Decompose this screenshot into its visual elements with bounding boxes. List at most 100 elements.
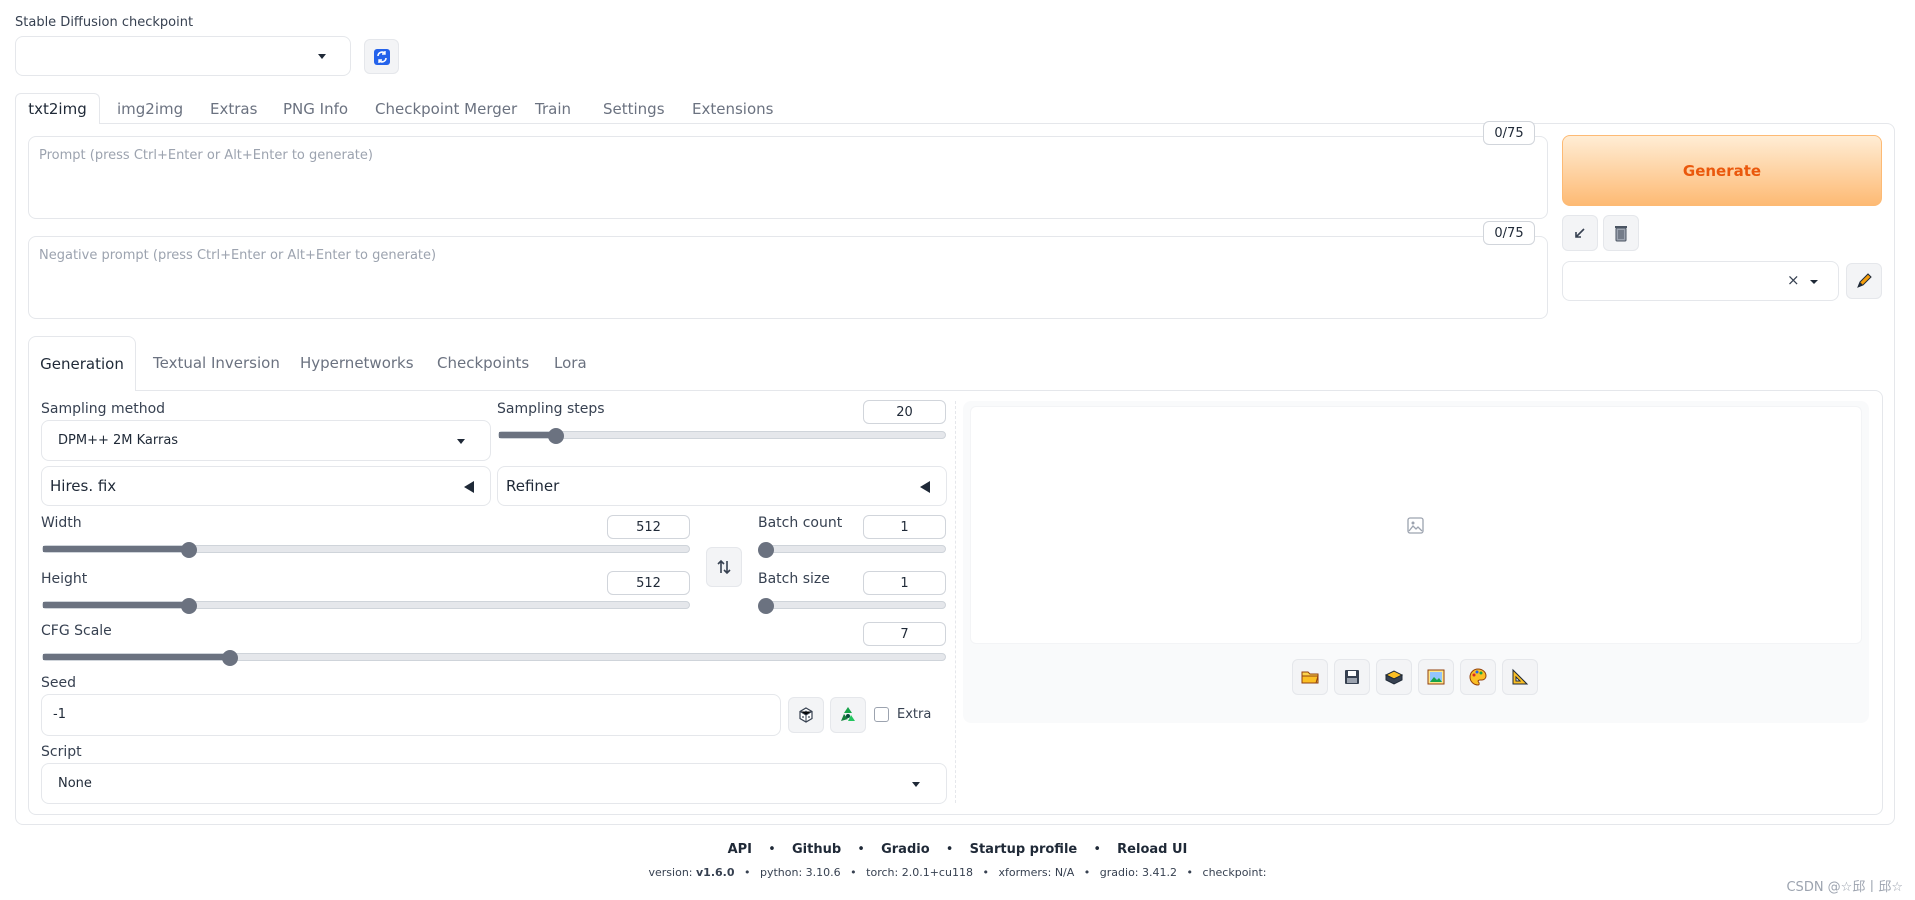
generate-button[interactable]: Generate (1562, 135, 1882, 206)
batch-size-label: Batch size (758, 571, 830, 587)
slider-fill (43, 602, 189, 608)
extra-checkbox[interactable] (874, 707, 889, 722)
random-seed-button[interactable] (788, 697, 824, 733)
generate-label: Generate (1682, 161, 1762, 180)
cfg-scale-slider[interactable] (42, 650, 946, 666)
tab-label: txt2img (28, 100, 87, 118)
tab-checkpoints[interactable]: Checkpoints (437, 354, 529, 372)
sampling-steps-slider[interactable] (498, 428, 946, 444)
tab-png-info[interactable]: PNG Info (283, 100, 348, 118)
tab-hypernetworks[interactable]: Hypernetworks (300, 354, 414, 372)
script-label: Script (41, 744, 82, 760)
slider-thumb[interactable] (180, 598, 197, 614)
clear-prompt-button[interactable] (1603, 215, 1639, 251)
gradio-version: gradio: 3.41.2 (1099, 866, 1178, 879)
negative-prompt-placeholder: Negative prompt (press Ctrl+Enter or Alt… (39, 248, 437, 263)
width-input[interactable]: 512 (607, 515, 690, 539)
slider-thumb[interactable] (758, 598, 774, 614)
footer-separator: • (850, 866, 857, 879)
picture-icon (1427, 669, 1445, 685)
slider-fill (43, 546, 189, 552)
send-to-inpaint-button[interactable] (1460, 659, 1496, 695)
extra-label: Extra (897, 707, 932, 722)
tab-settings[interactable]: Settings (603, 100, 665, 118)
send-to-img2img-button[interactable] (1418, 659, 1454, 695)
tab-checkpoint-merger[interactable]: Checkpoint Merger (375, 100, 517, 118)
clear-icon[interactable]: × (1787, 271, 1800, 289)
trash-icon (1615, 226, 1627, 242)
slider-thumb[interactable] (221, 650, 238, 666)
seed-input[interactable]: -1 (41, 694, 781, 736)
footer-link-github[interactable]: Github (792, 842, 841, 857)
footer-separator: • (768, 842, 776, 857)
footer-link-startup-profile[interactable]: Startup profile (970, 842, 1078, 857)
height-input[interactable]: 512 (607, 571, 690, 595)
refiner-accordion[interactable]: Refiner (497, 466, 947, 506)
batch-count-input[interactable]: 1 (863, 515, 946, 539)
swap-dimensions-button[interactable] (706, 547, 742, 587)
tab-extensions[interactable]: Extensions (692, 100, 773, 118)
version-value: v1.6.0 (696, 866, 735, 879)
width-label: Width (41, 515, 82, 531)
sampling-steps-label: Sampling steps (497, 401, 605, 417)
prompt-textarea[interactable]: Prompt (press Ctrl+Enter or Alt+Enter to… (28, 136, 1548, 219)
height-label: Height (41, 571, 88, 587)
script-value: None (58, 776, 92, 791)
tab-label: Generation (40, 355, 124, 373)
negative-prompt-textarea[interactable]: Negative prompt (press Ctrl+Enter or Alt… (28, 236, 1548, 319)
triangle-ruler-icon (1512, 668, 1529, 685)
footer-links: API • Github • Gradio • Startup profile … (0, 842, 1915, 857)
watermark: CSDN @☆邱丨邱☆ (1786, 880, 1903, 895)
prompt-placeholder: Prompt (press Ctrl+Enter or Alt+Enter to… (39, 148, 373, 163)
tab-lora[interactable]: Lora (554, 354, 587, 372)
sub-tab-bar: Generation Textual Inversion Hypernetwor… (28, 336, 1883, 391)
send-to-extras-button[interactable] (1502, 659, 1538, 695)
tab-textual-inversion[interactable]: Textual Inversion (153, 354, 280, 372)
tab-txt2img[interactable]: txt2img (15, 93, 100, 124)
sampling-steps-input[interactable]: 20 (863, 400, 946, 424)
hires-fix-accordion[interactable]: Hires. fix (41, 466, 491, 506)
footer-separator: • (1093, 842, 1102, 857)
height-slider[interactable] (42, 598, 690, 614)
version-info: version: v1.6.0 • python: 3.10.6 • torch… (0, 866, 1915, 879)
open-folder-button[interactable] (1292, 659, 1328, 695)
script-dropdown[interactable]: None (41, 763, 947, 804)
footer-link-api[interactable]: API (728, 842, 752, 857)
footer-separator: • (982, 866, 989, 879)
footer-link-reload-ui[interactable]: Reload UI (1117, 842, 1187, 857)
tab-extras[interactable]: Extras (210, 100, 257, 118)
checkpoint-dropdown[interactable] (15, 36, 351, 76)
read-generation-params-button[interactable] (1562, 215, 1598, 251)
tab-train[interactable]: Train (535, 100, 571, 118)
refresh-icon (373, 48, 390, 65)
save-button[interactable] (1334, 659, 1370, 695)
footer-link-gradio[interactable]: Gradio (881, 842, 930, 857)
slider-fill (43, 654, 230, 660)
sampling-method-dropdown[interactable]: DPM++ 2M Karras (41, 420, 491, 461)
slider-thumb[interactable] (180, 542, 197, 558)
width-slider[interactable] (42, 542, 690, 558)
pencil-icon (1857, 273, 1872, 288)
hires-fix-label: Hires. fix (50, 477, 117, 495)
footer-separator: • (857, 842, 865, 857)
batch-size-input[interactable]: 1 (863, 571, 946, 595)
reuse-seed-button[interactable] (830, 697, 866, 733)
archive-box-icon (1384, 670, 1404, 685)
recycle-icon (841, 707, 855, 721)
batch-size-slider[interactable] (758, 598, 946, 614)
chevron-down-icon (912, 782, 920, 787)
edit-styles-button[interactable] (1846, 263, 1882, 299)
tab-generation[interactable]: Generation (28, 336, 136, 391)
tab-img2img[interactable]: img2img (117, 100, 183, 118)
floppy-disk-icon (1345, 670, 1359, 684)
refresh-checkpoint-button[interactable] (364, 39, 399, 74)
sampling-method-label: Sampling method (41, 401, 166, 417)
slider-thumb[interactable] (758, 542, 774, 558)
collapse-triangle-icon (920, 481, 930, 493)
styles-dropdown[interactable]: × (1562, 261, 1839, 301)
seed-value: -1 (53, 707, 66, 722)
batch-count-slider[interactable] (758, 542, 946, 558)
zip-button[interactable] (1376, 659, 1412, 695)
cfg-scale-input[interactable]: 7 (863, 622, 946, 646)
slider-thumb[interactable] (547, 428, 564, 444)
